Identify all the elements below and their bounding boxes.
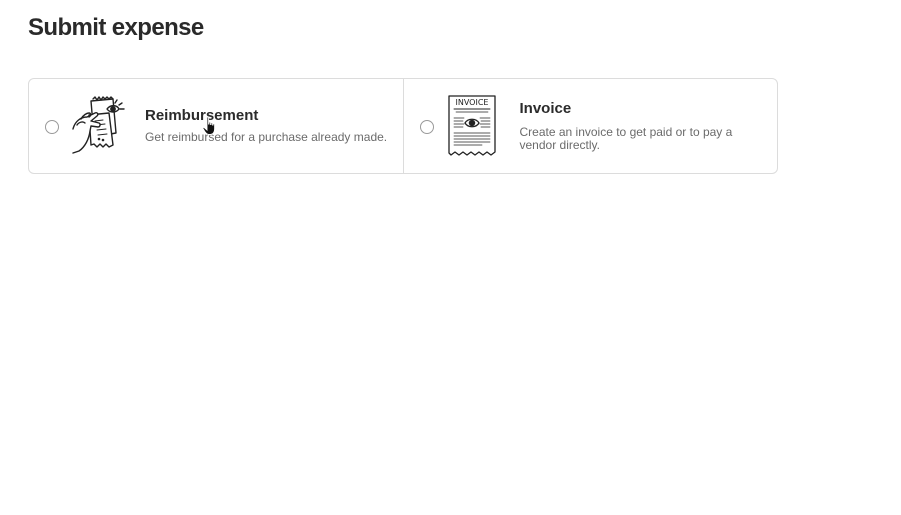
expense-type-options: Reimbursement Get reimbursed for a purch… [28, 78, 778, 174]
invoice-illustration-label: INVOICE [455, 98, 488, 107]
invoice-document-icon: INVOICE [447, 95, 496, 156]
reimbursement-radio[interactable] [45, 120, 59, 134]
option-invoice[interactable]: INVOICE Invoice Create an invoice to get… [402, 79, 778, 173]
reimbursement-title: Reimbursement [145, 107, 259, 124]
reimbursement-description: Get reimbursed for a purchase already ma… [145, 130, 388, 144]
page-title: Submit expense [28, 14, 204, 41]
option-reimbursement[interactable]: Reimbursement Get reimbursed for a purch… [29, 79, 403, 173]
invoice-title: Invoice [519, 100, 572, 117]
invoice-description: Create an invoice to get paid or to pay … [519, 125, 733, 152]
invoice-radio[interactable] [419, 120, 434, 134]
hand-receipts-icon [72, 96, 125, 154]
